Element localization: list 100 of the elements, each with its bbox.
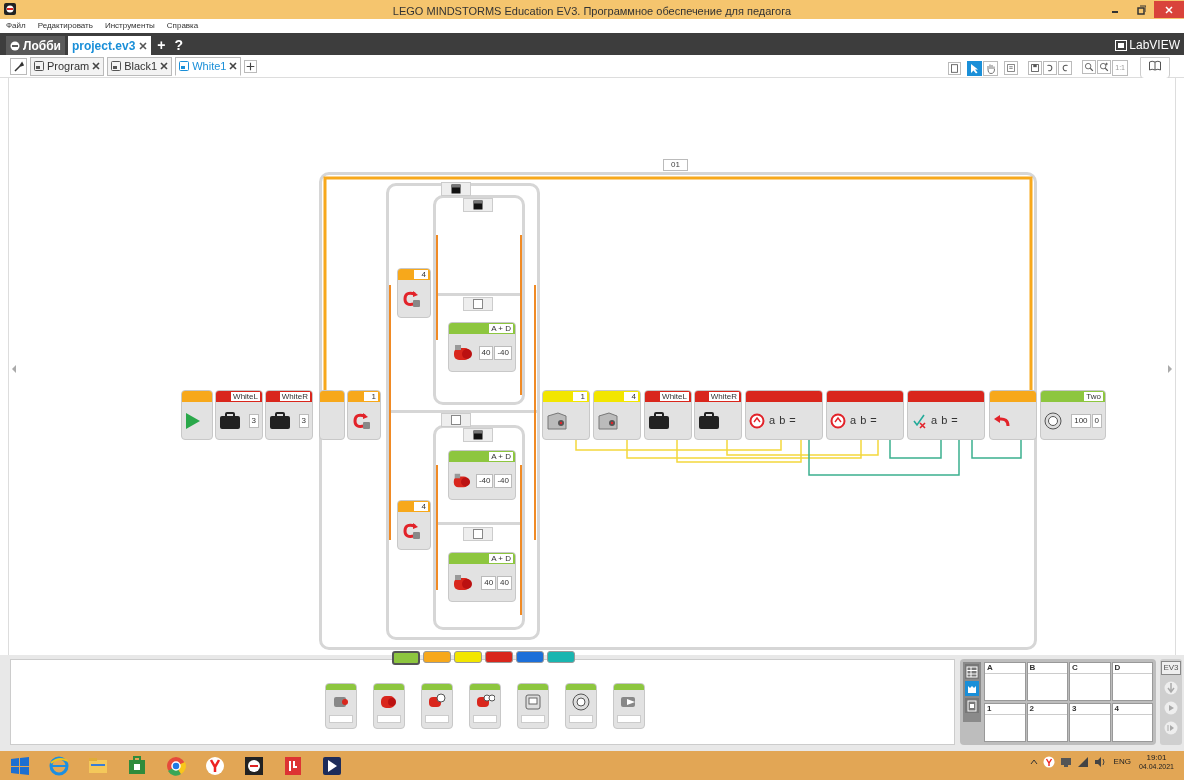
close-icon[interactable]: [139, 41, 148, 50]
parameter-value[interactable]: -40: [494, 345, 512, 360]
restore-icon[interactable]: [1136, 4, 1146, 15]
page-icon[interactable]: [948, 61, 962, 75]
add-tab-icon[interactable]: [244, 59, 258, 73]
palette-tab[interactable]: [516, 651, 544, 663]
signal-icon[interactable]: [1076, 756, 1089, 768]
port-cell[interactable]: 3: [1069, 702, 1111, 742]
volume-icon[interactable]: [1093, 756, 1106, 768]
palette-block[interactable]: [565, 683, 597, 729]
program-block[interactable]: 4: [397, 500, 431, 550]
palette-block[interactable]: [421, 683, 453, 729]
menu-item[interactable]: Инструменты: [104, 20, 155, 32]
document-app-icon[interactable]: [282, 754, 304, 777]
close-icon[interactable]: [160, 62, 169, 70]
parameter-value[interactable]: 0: [1091, 413, 1102, 428]
parameter-value[interactable]: 100: [1071, 413, 1091, 428]
menu-item[interactable]: Редактировать: [37, 20, 93, 32]
zoom-out-icon[interactable]: [1082, 60, 1097, 74]
language-indicator[interactable]: ENG: [1113, 756, 1131, 768]
program-block[interactable]: a b =: [745, 390, 823, 440]
port-cell[interactable]: A: [984, 662, 1026, 701]
palette-tab[interactable]: [485, 651, 513, 663]
port-view-tab[interactable]: [965, 681, 979, 696]
port-name: 1: [985, 703, 1025, 715]
parameter-value[interactable]: 40: [478, 345, 494, 360]
store-icon[interactable]: [126, 754, 148, 777]
block-header-label: 4: [414, 502, 428, 511]
program-tab[interactable]: Black1: [107, 56, 173, 76]
properties-button[interactable]: [10, 57, 27, 75]
program-block[interactable]: [989, 390, 1037, 440]
port-label: =: [789, 413, 796, 429]
tab-action-button[interactable]: ?: [171, 36, 187, 55]
port-cell[interactable]: B: [1026, 662, 1068, 701]
port-view-tab[interactable]: [965, 664, 979, 679]
palette-block[interactable]: [373, 683, 405, 729]
block-header-label: A + D: [489, 554, 513, 563]
port-cell[interactable]: D: [1111, 662, 1153, 701]
ev3-app-icon[interactable]: [243, 754, 265, 777]
port-view-tab[interactable]: [965, 698, 979, 713]
case-selector[interactable]: [463, 428, 493, 442]
block-header-label: Two: [1084, 392, 1103, 401]
program-block[interactable]: 1: [347, 390, 381, 440]
block-header-label: 1: [573, 392, 587, 401]
program-block[interactable]: 4: [397, 268, 431, 318]
palette-block[interactable]: [325, 683, 357, 729]
content-editor-button[interactable]: [1140, 57, 1170, 79]
parameter-value[interactable]: 40: [481, 575, 497, 590]
parameter-value[interactable]: -40: [475, 473, 494, 488]
close-button[interactable]: [1154, 1, 1184, 18]
parameter-value[interactable]: 3: [248, 413, 259, 428]
program-tab[interactable]: White1: [175, 56, 242, 76]
program-block[interactable]: WhiteL: [644, 390, 692, 440]
redo-icon[interactable]: [1058, 61, 1073, 75]
network-icon[interactable]: [1059, 756, 1072, 768]
port-cell[interactable]: 1: [984, 702, 1026, 742]
scroll-left-icon[interactable]: [11, 364, 17, 374]
windows-icon[interactable]: [9, 754, 31, 777]
pan-tool[interactable]: [983, 60, 999, 76]
scroll-right-icon[interactable]: [1167, 364, 1173, 374]
parameter-value[interactable]: -40: [494, 473, 512, 488]
program-block[interactable]: Two 100 0: [1040, 390, 1106, 440]
program-block[interactable]: WhiteR 3: [265, 390, 313, 440]
parameter-value[interactable]: 3: [298, 413, 309, 428]
port-name: 2: [1027, 703, 1067, 715]
case-selector[interactable]: [463, 198, 493, 212]
project-tab[interactable]: Лобби: [6, 36, 65, 55]
menu-item[interactable]: Справка: [166, 20, 199, 32]
program-block[interactable]: 4: [593, 390, 641, 440]
parameter-value[interactable]: 40: [497, 575, 512, 590]
close-icon[interactable]: [229, 62, 238, 70]
palette-block[interactable]: [469, 683, 501, 729]
case-selector[interactable]: [441, 182, 471, 196]
palette-tab[interactable]: [392, 651, 420, 665]
program-block[interactable]: [181, 390, 213, 440]
project-tab[interactable]: project.ev3: [67, 36, 152, 55]
program-block[interactable]: A + D 40 40: [448, 552, 516, 602]
program-block[interactable]: a b =: [826, 390, 904, 440]
program-block[interactable]: a b =: [907, 390, 985, 440]
comment-icon[interactable]: [1004, 61, 1019, 75]
lobby-icon: [10, 40, 20, 51]
port-cell[interactable]: 4: [1111, 702, 1153, 742]
program-block[interactable]: A + D 40 -40: [448, 322, 516, 372]
program-block[interactable]: A + D -40 -40: [448, 450, 516, 500]
program-block[interactable]: WhiteL 3: [215, 390, 263, 440]
pointer-tool[interactable]: [967, 60, 983, 76]
save-icon[interactable]: [1028, 61, 1043, 75]
undo-icon[interactable]: [1043, 61, 1058, 75]
media-app-icon[interactable]: [321, 754, 343, 777]
port-cell[interactable]: 2: [1026, 702, 1068, 742]
port-cell[interactable]: C: [1069, 662, 1111, 701]
zoom-in-icon[interactable]: [1097, 60, 1112, 74]
program-block[interactable]: WhiteR: [694, 390, 742, 440]
close-icon[interactable]: [92, 62, 101, 70]
window-title: LEGO MINDSTORMS Education EV3. Программное обеспечение для педагога: [391, 4, 793, 19]
program-tab[interactable]: Program: [30, 56, 105, 76]
menu-item[interactable]: Файл: [6, 20, 26, 32]
tab-action-button[interactable]: +: [154, 36, 169, 55]
program-block[interactable]: 1: [542, 390, 590, 440]
palette-block[interactable]: [613, 683, 645, 729]
